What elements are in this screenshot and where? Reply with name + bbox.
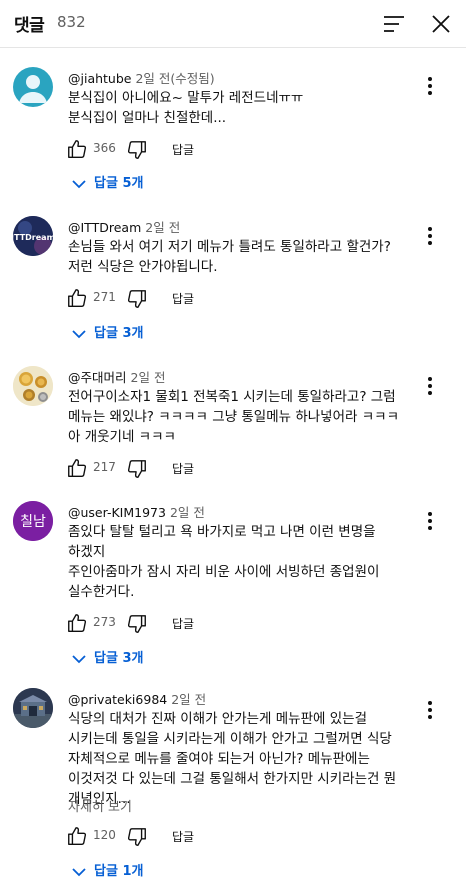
comments-header: 댓글 832 xyxy=(0,0,466,48)
sort-icon[interactable] xyxy=(380,10,408,38)
avatar[interactable]: ITTDream xyxy=(13,216,53,256)
coins-avatar-icon xyxy=(13,366,53,406)
read-more-link[interactable]: 자세히 보기 xyxy=(68,796,132,815)
comment-item: ITTDream @ITTDream 2일 전 손님들 와서 여기 저기 메뉴가 … xyxy=(0,212,466,352)
dislike-icon[interactable] xyxy=(126,613,148,635)
like-count: 366 xyxy=(93,141,116,155)
channel-logo-icon: ITTDream xyxy=(13,216,53,256)
default-avatar-icon xyxy=(19,75,47,103)
like-count: 217 xyxy=(93,460,116,474)
avatar[interactable] xyxy=(13,366,53,406)
comment-author[interactable]: @jiahtube xyxy=(68,71,131,86)
like-icon[interactable] xyxy=(66,612,88,634)
reply-button[interactable]: 답글 xyxy=(172,141,194,158)
comment-author-line: @ITTDream 2일 전 xyxy=(68,217,180,236)
comment-author-line: @privateki6984 2일 전 xyxy=(68,689,206,708)
chevron-down-icon xyxy=(72,329,86,338)
chevron-down-icon xyxy=(72,867,86,876)
comment-author[interactable]: @privateki6984 xyxy=(68,692,167,707)
chevron-down-icon xyxy=(72,654,86,663)
comment-author[interactable]: @user-KIM1973 xyxy=(68,505,166,520)
reply-button[interactable]: 답글 xyxy=(172,828,194,845)
replies-count-label: 답글 3개 xyxy=(94,326,144,341)
reply-button[interactable]: 답글 xyxy=(172,615,194,632)
comment-time: 2일 전 xyxy=(171,692,207,707)
replies-count-label: 답글 3개 xyxy=(94,651,144,666)
comment-actions: 273 답글 xyxy=(66,612,266,636)
comment-item: @jiahtube 2일 전(수정됨) 분식집이 아니에요~ 말투가 레전드네ㅠㅠ… xyxy=(0,62,466,202)
comment-author-line: @주대머리 2일 전 xyxy=(68,367,165,386)
avatar-initials: 칠남 xyxy=(20,514,46,530)
more-options-icon[interactable] xyxy=(418,224,442,248)
comment-author-line: @user-KIM1973 2일 전 xyxy=(68,502,205,521)
like-count: 120 xyxy=(93,828,116,842)
more-options-icon[interactable] xyxy=(418,698,442,722)
dislike-icon[interactable] xyxy=(126,288,148,310)
dislike-icon[interactable] xyxy=(126,139,148,161)
more-options-icon[interactable] xyxy=(418,509,442,533)
comment-time: 2일 전 xyxy=(130,370,166,385)
comment-author-line: @jiahtube 2일 전(수정됨) xyxy=(68,68,215,87)
replies-toggle[interactable]: 답글 3개 xyxy=(72,322,143,341)
reply-button[interactable]: 답글 xyxy=(172,460,194,477)
comment-actions: 120 답글 xyxy=(66,825,266,849)
comments-title: 댓글 xyxy=(14,16,45,36)
avatar[interactable] xyxy=(13,688,53,728)
comment-author[interactable]: @ITTDream xyxy=(68,220,141,235)
more-options-icon[interactable] xyxy=(418,374,442,398)
like-icon[interactable] xyxy=(66,457,88,479)
comment-text: 좀있다 탈탈 털리고 욕 바가지로 먹고 나면 이런 변명을 하겠지 주인아줌마… xyxy=(68,524,380,600)
replies-toggle[interactable]: 답글 1개 xyxy=(72,860,143,879)
like-count: 271 xyxy=(93,290,116,304)
comment-actions: 271 답글 xyxy=(66,287,266,311)
dislike-icon[interactable] xyxy=(126,826,148,848)
comment-time: 2일 전 xyxy=(169,505,205,520)
like-icon[interactable] xyxy=(66,825,88,847)
replies-toggle[interactable]: 답글 3개 xyxy=(72,647,143,666)
comment-text: 분식집이 아니에요~ 말투가 레전드네ㅠㅠ 분식집이 얼마나 친절한데... xyxy=(68,90,304,126)
dislike-icon[interactable] xyxy=(126,458,148,480)
replies-count-label: 답글 1개 xyxy=(94,864,144,879)
comment-text: 손님들 와서 여기 저기 메뉴가 틀려도 통일하라고 할건가? 저런 식당은 안… xyxy=(68,239,391,275)
replies-count-label: 답글 5개 xyxy=(94,176,144,191)
comment-actions: 366 답글 xyxy=(66,138,266,162)
like-icon[interactable] xyxy=(66,138,88,160)
comment-item: @privateki6984 2일 전 식당의 대처가 진짜 이해가 안가는게 메… xyxy=(0,684,466,889)
comment-item: 칠남 @user-KIM1973 2일 전 좀있다 탈탈 털리고 욕 바가지로 먹… xyxy=(0,496,466,671)
more-options-icon[interactable] xyxy=(418,74,442,98)
comment-text: 전어구이소자1 물회1 전복죽1 시키는데 통일하라고? 그럼 메뉴는 왜있냐?… xyxy=(68,389,399,445)
comment-actions: 217 답글 xyxy=(66,457,266,481)
like-count: 273 xyxy=(93,615,116,629)
photo-avatar-icon xyxy=(13,688,53,728)
comment-time: 2일 전 xyxy=(145,220,181,235)
replies-toggle[interactable]: 답글 5개 xyxy=(72,172,143,191)
avatar[interactable]: 칠남 xyxy=(13,501,53,541)
close-icon[interactable] xyxy=(426,9,456,39)
comments-count: 832 xyxy=(57,13,86,31)
svg-text:ITTDream: ITTDream xyxy=(13,233,53,242)
avatar[interactable] xyxy=(13,67,53,107)
like-icon[interactable] xyxy=(66,287,88,309)
chevron-down-icon xyxy=(72,179,86,188)
comment-author[interactable]: @주대머리 xyxy=(68,370,127,385)
reply-button[interactable]: 답글 xyxy=(172,290,194,307)
comment-time: 2일 전(수정됨) xyxy=(135,71,215,86)
comment-text: 식당의 대처가 진짜 이해가 안가는게 메뉴판에 있는걸 시키는데 통일을 시키… xyxy=(68,711,397,807)
comment-item: @주대머리 2일 전 전어구이소자1 물회1 전복죽1 시키는데 통일하라고? 그… xyxy=(0,362,466,482)
